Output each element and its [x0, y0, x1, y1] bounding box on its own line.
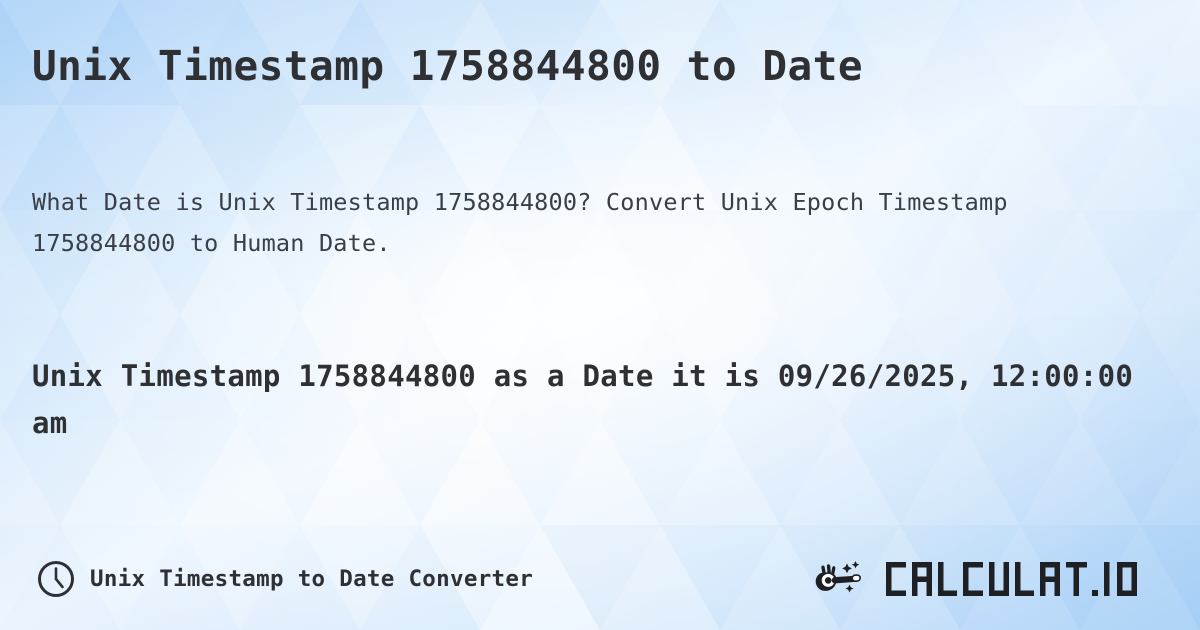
og-image-card: Unix Timestamp 1758844800 to Date What D… — [0, 0, 1200, 630]
intro-paragraph: What Date is Unix Timestamp 1758844800? … — [32, 188, 1008, 257]
footer: Unix Timestamp to Date Converter — [0, 556, 1200, 602]
result-statement: Unix Timestamp 1758844800 as a Date it i… — [32, 359, 1134, 440]
footer-left-group: Unix Timestamp to Date Converter — [36, 559, 533, 599]
brand-logo[interactable]: CALCULAT.IO — [814, 558, 1164, 600]
card-content: Unix Timestamp 1758844800 to Date What D… — [0, 0, 1200, 630]
page-title: Unix Timestamp 1758844800 to Date — [32, 42, 864, 90]
hand-magic-wand-icon — [815, 561, 861, 593]
clock-icon — [38, 561, 74, 597]
brand-wordmark: CALCULAT.IO — [886, 562, 1137, 596]
footer-label: Unix Timestamp to Date Converter — [90, 566, 534, 592]
